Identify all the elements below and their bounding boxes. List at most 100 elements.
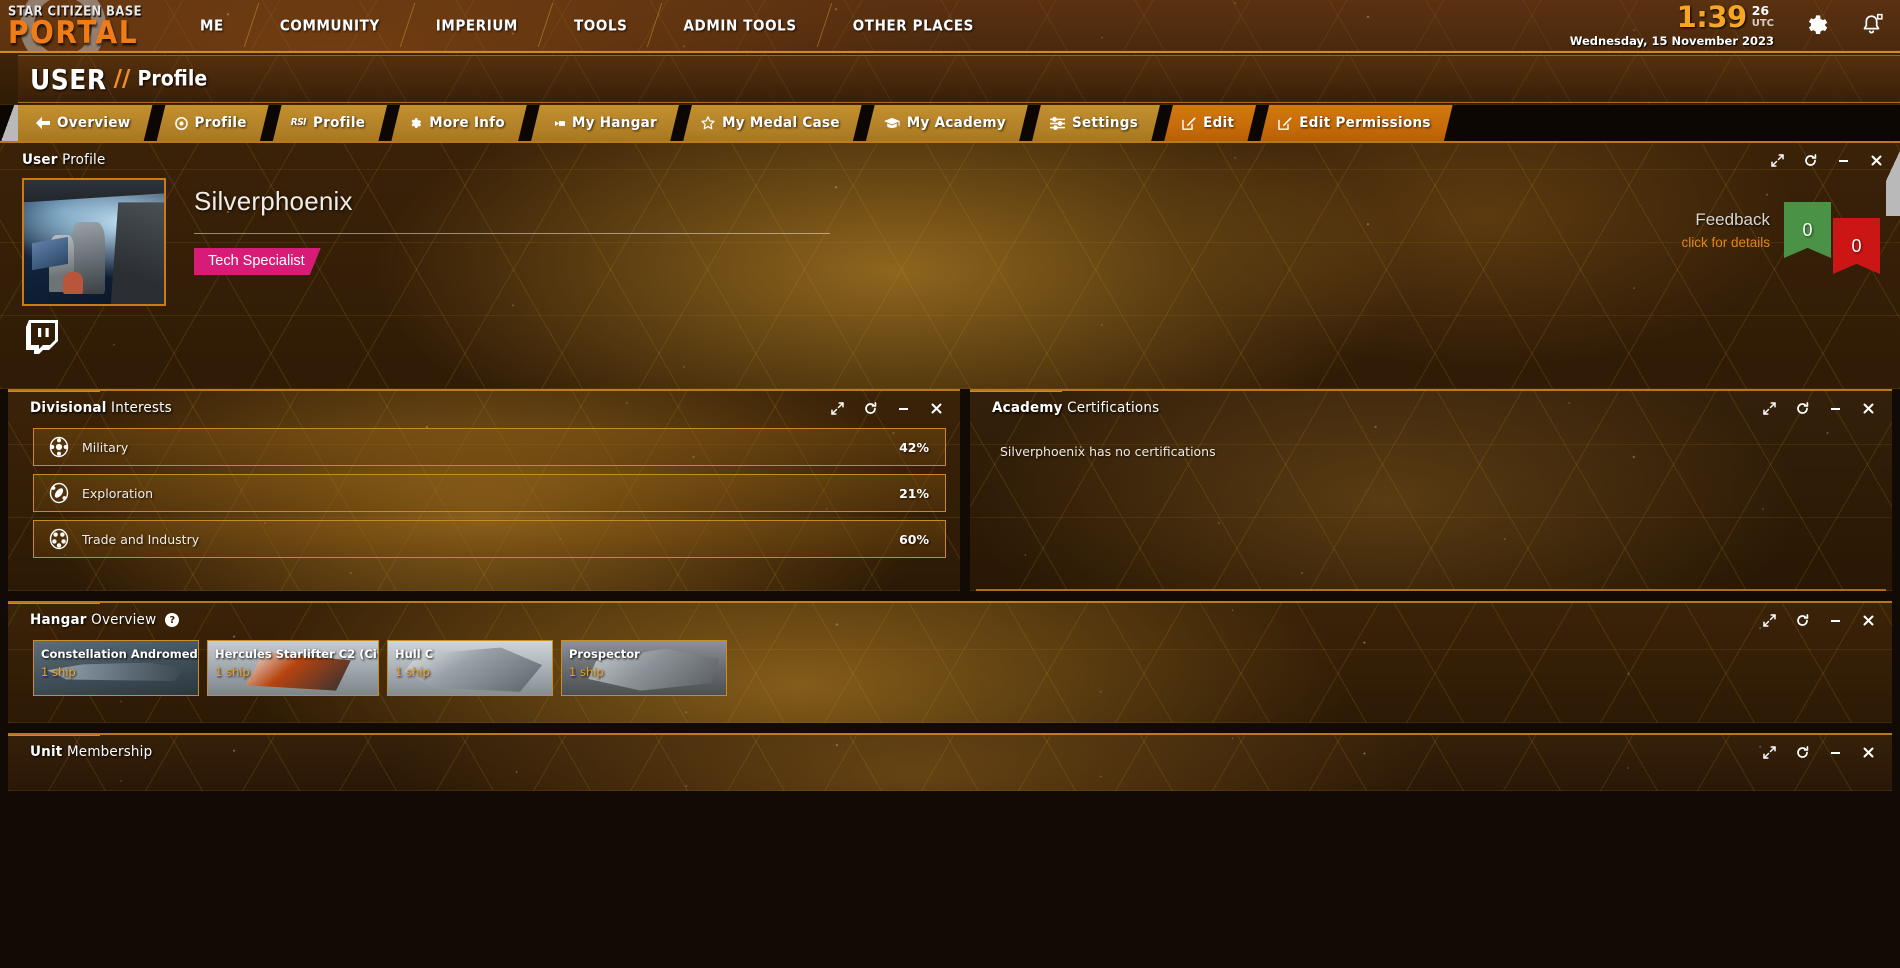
ship-icon — [549, 117, 565, 128]
ship-name: Hull C — [395, 647, 434, 661]
minimize-icon[interactable] — [1828, 745, 1843, 760]
avatar[interactable] — [22, 178, 166, 306]
tab-rsi-profile[interactable]: RSI Profile — [273, 105, 387, 141]
panel-title-bold: Hangar — [30, 611, 87, 629]
ship-name: Hercules Starlifter C2 (Civilian) — [215, 647, 378, 661]
hangar-overview-panel: Hangar Overview ? Constellation Andromed… — [8, 601, 1892, 723]
close-icon[interactable] — [1861, 613, 1876, 628]
user-profile-body: Silverphoenix Tech Specialist Feedback c… — [0, 168, 1900, 359]
status-badge[interactable]: Tech Specialist — [194, 248, 321, 275]
user-info-column: Silverphoenix Tech Specialist — [172, 178, 1580, 359]
twitch-icon[interactable] — [26, 320, 58, 359]
expand-icon[interactable] — [1762, 745, 1777, 760]
social-links — [22, 320, 172, 359]
feedback-positive-badge[interactable]: 0 — [1784, 202, 1831, 258]
refresh-icon[interactable] — [1795, 745, 1810, 760]
tab-bar-filler — [1456, 105, 1900, 141]
close-icon[interactable] — [1861, 745, 1876, 760]
ship-card[interactable]: Prospector 1 ship — [561, 640, 727, 696]
top-right-cluster: 1:39 26 UTC Wednesday, 15 November 2023 — [1570, 3, 1900, 48]
gear-icon[interactable] — [1804, 13, 1829, 38]
tab-label: Edit — [1203, 114, 1235, 132]
tab-label: Edit Permissions — [1299, 114, 1431, 132]
expand-icon[interactable] — [1762, 401, 1777, 416]
bell-icon[interactable] — [1859, 13, 1884, 39]
ship-name: Prospector — [569, 647, 640, 661]
divisional-interests-panel: Divisional Interests Military 42% Explor… — [8, 389, 960, 591]
page-title: USER — [30, 62, 107, 96]
help-icon[interactable]: ? — [165, 613, 180, 627]
feedback-negative-badge[interactable]: 0 — [1833, 218, 1880, 274]
tab-overview[interactable]: Overview — [18, 105, 153, 141]
minimize-icon[interactable] — [896, 401, 911, 416]
tab-my-hangar[interactable]: My Hangar — [531, 105, 679, 141]
breadcrumb: Profile — [137, 66, 208, 92]
tab-label: Profile — [313, 114, 366, 132]
tab-label: Profile — [194, 114, 247, 132]
tab-settings[interactable]: Settings — [1032, 105, 1160, 141]
panel-title-bold: Divisional — [30, 399, 107, 417]
expand-icon[interactable] — [1770, 153, 1785, 168]
minimize-icon[interactable] — [1828, 613, 1843, 628]
tab-profile[interactable]: Profile — [157, 105, 269, 141]
nav-item-other-places[interactable]: OTHER PLACES — [825, 0, 1002, 51]
close-icon[interactable] — [929, 401, 944, 416]
nav-item-community[interactable]: COMMUNITY — [252, 0, 408, 51]
tab-leading-slant — [0, 105, 18, 141]
nav-item-me[interactable]: ME — [172, 0, 252, 51]
ship-name: Constellation Andromeda — [41, 647, 199, 661]
panel-title: Divisional Interests — [30, 400, 172, 417]
panel-title: User Profile — [22, 152, 106, 169]
list-item[interactable]: Exploration 21% — [33, 474, 946, 512]
graduation-cap-icon — [884, 117, 900, 129]
clock-date: Wednesday, 15 November 2023 — [1569, 34, 1774, 49]
close-icon[interactable] — [1869, 153, 1884, 168]
list-item[interactable]: Trade and Industry 60% — [33, 520, 946, 558]
close-icon[interactable] — [1861, 401, 1876, 416]
tab-label: Settings — [1071, 114, 1139, 132]
tab-my-academy[interactable]: My Academy — [866, 105, 1028, 141]
feedback-section: Feedback click for details 0 0 — [1580, 178, 1880, 359]
refresh-icon[interactable] — [1795, 613, 1810, 628]
refresh-icon[interactable] — [863, 401, 878, 416]
minimize-icon[interactable] — [1828, 401, 1843, 416]
ship-card[interactable]: Hercules Starlifter C2 (Civilian) 1 ship — [207, 640, 379, 696]
feedback-details-link[interactable]: click for details — [1681, 235, 1770, 250]
refresh-icon[interactable] — [1795, 401, 1810, 416]
scrollbar[interactable] — [1886, 141, 1900, 216]
clock-timezone: UTC — [1751, 17, 1774, 29]
ship-card[interactable]: Hull C 1 ship — [387, 640, 553, 696]
avatar-art-hud — [32, 236, 69, 270]
tab-more-info[interactable]: More Info — [391, 105, 527, 141]
ship-count: 1 ship — [569, 665, 604, 679]
top-navigation-bar: STAR CITIZEN BASE PORTAL ME COMMUNITY IM… — [0, 0, 1900, 53]
list-item-value: 21% — [899, 485, 929, 501]
tab-label: More Info — [429, 114, 505, 132]
nav-item-imperium[interactable]: IMPERIUM — [408, 0, 546, 51]
expand-icon[interactable] — [1762, 613, 1777, 628]
window-controls — [1770, 153, 1884, 168]
refresh-icon[interactable] — [1803, 153, 1818, 168]
list-item-label: Military — [82, 439, 129, 455]
nav-item-admin-tools[interactable]: ADMIN TOOLS — [655, 0, 824, 51]
military-emblem-icon — [42, 436, 76, 458]
rsi-icon: RSI — [290, 117, 307, 129]
avatar-art-highlight — [63, 271, 83, 295]
site-logo[interactable]: STAR CITIZEN BASE PORTAL — [0, 0, 158, 51]
expand-icon[interactable] — [830, 401, 845, 416]
tab-my-medal-case[interactable]: My Medal Case — [683, 105, 862, 141]
tab-edit[interactable]: Edit — [1164, 105, 1256, 141]
minimize-icon[interactable] — [1836, 153, 1851, 168]
ship-count: 1 ship — [395, 665, 430, 679]
ship-card[interactable]: Constellation Andromeda 1 ship — [33, 640, 199, 696]
exploration-emblem-icon — [42, 482, 76, 504]
nav-item-tools[interactable]: TOOLS — [546, 0, 656, 51]
empty-state-message: Silverphoenix has no certifications — [1000, 444, 1216, 459]
tab-edit-permissions[interactable]: Edit Permissions — [1260, 105, 1453, 141]
page-title-username: Silverphoenix — [194, 186, 353, 216]
feedback-title: Feedback — [1695, 210, 1770, 229]
list-item[interactable]: Military 42% — [33, 428, 946, 466]
sliders-icon — [1050, 116, 1065, 129]
gear-icon — [409, 116, 422, 129]
panel-title-rest: Membership — [62, 743, 153, 761]
